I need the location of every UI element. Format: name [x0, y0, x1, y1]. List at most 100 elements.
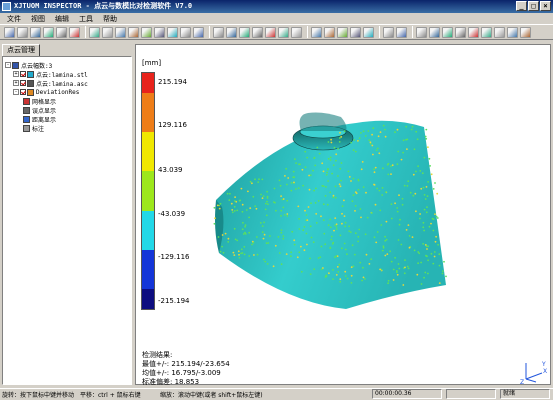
toolbar-button[interactable]: [481, 26, 492, 38]
deviation-point: [382, 167, 384, 170]
toolbar-button[interactable]: [43, 26, 54, 38]
deviation-point: [273, 201, 275, 204]
deviation-point: [340, 136, 343, 138]
toolbar-button[interactable]: [4, 26, 15, 38]
toolbar-button[interactable]: [56, 26, 67, 38]
deviation-point: [394, 202, 396, 205]
tree-expander[interactable]: -: [5, 62, 11, 68]
deviation-point: [262, 195, 265, 198]
deviation-point: [420, 261, 422, 264]
deviation-point: [427, 272, 429, 275]
tree-checkbox[interactable]: [20, 80, 26, 86]
toolbar-button[interactable]: [324, 26, 335, 38]
deviation-point: [390, 165, 392, 167]
deviation-point: [226, 192, 229, 195]
toolbar-button[interactable]: [350, 26, 361, 38]
deviation-point: [368, 139, 371, 142]
deviation-point: [280, 209, 283, 212]
deviation-point: [357, 140, 359, 142]
deviation-point: [333, 229, 335, 232]
toolbar-button[interactable]: [167, 26, 178, 38]
toolbar-button[interactable]: [69, 26, 80, 38]
tree-checkbox[interactable]: [20, 89, 26, 95]
deviation-point: [325, 274, 328, 277]
deviation-point: [243, 253, 246, 256]
toolbar-button[interactable]: [396, 26, 407, 38]
toolbar-separator: [209, 26, 210, 38]
deviation-point: [376, 231, 379, 233]
deviation-point: [348, 225, 350, 228]
toolbar-button[interactable]: [141, 26, 152, 38]
deviation-point: [282, 198, 285, 200]
deviation-point: [290, 182, 293, 184]
tree-expander[interactable]: +: [13, 71, 19, 77]
menu-help[interactable]: 帮助: [98, 14, 122, 24]
toolbar-button[interactable]: [311, 26, 322, 38]
deviation-point: [330, 138, 332, 141]
toolbar-button[interactable]: [213, 26, 224, 38]
deviation-point: [302, 229, 305, 232]
menu-view[interactable]: 视图: [26, 14, 50, 24]
tree-item[interactable]: - DeviationRes: [13, 88, 79, 96]
deviation-point: [394, 131, 396, 134]
maximize-button[interactable]: □: [528, 1, 539, 11]
menu-tools[interactable]: 工具: [74, 14, 98, 24]
toolbar-button[interactable]: [468, 26, 479, 38]
deviation-point: [384, 254, 387, 257]
tree-item[interactable]: 网格显示: [23, 97, 56, 106]
toolbar-button[interactable]: [226, 26, 237, 38]
tree-item[interactable]: + 点云:lamina.asc: [13, 79, 88, 88]
close-button[interactable]: ×: [540, 1, 551, 11]
viewport-3d[interactable]: [mm] 215.194 129.116 43.039 -43.039 -129.116…: [135, 44, 551, 386]
deviation-point: [426, 255, 428, 258]
deviation-point: [371, 133, 373, 136]
toolbar-button[interactable]: [128, 26, 139, 38]
toolbar-button[interactable]: [363, 26, 374, 38]
menu-edit[interactable]: 编辑: [50, 14, 74, 24]
toolbar-button[interactable]: [494, 26, 505, 38]
toolbar-button[interactable]: [17, 26, 28, 38]
tree-expander[interactable]: -: [13, 89, 19, 95]
toolbar-button[interactable]: [115, 26, 126, 38]
toolbar-button[interactable]: [278, 26, 289, 38]
menu-file[interactable]: 文件: [2, 14, 26, 24]
deviation-point: [432, 229, 435, 232]
toolbar-button[interactable]: [30, 26, 41, 38]
toolbar-button[interactable]: [520, 26, 531, 38]
toolbar-button[interactable]: [180, 26, 191, 38]
tree-item[interactable]: + 点云:lamina.stl: [13, 70, 88, 79]
tree-item[interactable]: 误点显示: [23, 106, 56, 115]
deviation-point: [321, 162, 324, 165]
toolbar-button[interactable]: [154, 26, 165, 38]
tree-checkbox[interactable]: [20, 71, 26, 77]
tab-point-cloud-manager[interactable]: 点云管理: [2, 44, 40, 56]
deviation-point: [335, 274, 338, 276]
toolbar-button[interactable]: [89, 26, 100, 38]
deviation-point: [405, 125, 408, 128]
toolbar-button[interactable]: [265, 26, 276, 38]
toolbar-button[interactable]: [193, 26, 204, 38]
toolbar-button[interactable]: [416, 26, 427, 38]
toolbar-button[interactable]: [507, 26, 518, 38]
toolbar-button[interactable]: [455, 26, 466, 38]
tree-item[interactable]: 距离显示: [23, 115, 56, 124]
deviation-point: [320, 215, 322, 218]
deviation-point: [335, 226, 338, 228]
deviation-point: [269, 235, 271, 237]
deviation-point: [253, 254, 255, 256]
deviation-point: [437, 243, 439, 246]
deviation-point: [338, 137, 341, 139]
toolbar-button[interactable]: [383, 26, 394, 38]
toolbar-button[interactable]: [442, 26, 453, 38]
tree-item[interactable]: 标注: [23, 124, 44, 133]
toolbar-button[interactable]: [239, 26, 250, 38]
toolbar-button[interactable]: [291, 26, 302, 38]
tree-item[interactable]: - 点云幅数:3: [5, 61, 52, 70]
deviation-point: [351, 200, 354, 203]
toolbar-button[interactable]: [252, 26, 263, 38]
toolbar-button[interactable]: [429, 26, 440, 38]
minimize-button[interactable]: _: [516, 1, 527, 11]
tree-expander[interactable]: +: [13, 80, 19, 86]
toolbar-button[interactable]: [337, 26, 348, 38]
toolbar-button[interactable]: [102, 26, 113, 38]
